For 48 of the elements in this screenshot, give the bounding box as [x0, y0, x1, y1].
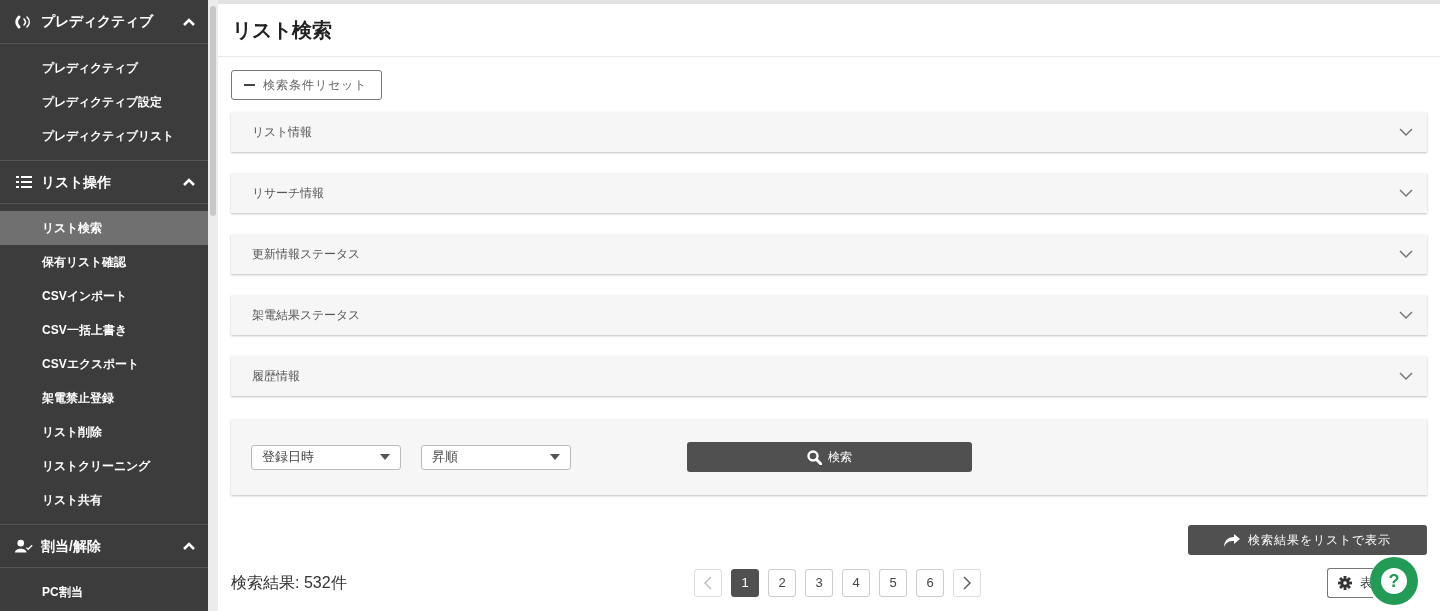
dropdown-caret-icon	[380, 454, 390, 460]
settings-icon	[1338, 576, 1352, 590]
accordion-header[interactable]: 更新情報ステータス	[231, 234, 1427, 274]
page-button[interactable]: 4	[842, 569, 870, 597]
user-check-icon	[15, 538, 33, 554]
sidebar-item[interactable]: 架電禁止登録	[0, 381, 208, 415]
sidebar-item[interactable]: リスト共有	[0, 483, 208, 517]
page-title: リスト検索	[232, 18, 332, 43]
help-button[interactable]: ?	[1370, 557, 1418, 605]
page-button[interactable]: 2	[768, 569, 796, 597]
minus-icon	[244, 84, 255, 86]
sidebar-item[interactable]: CSVインポート	[0, 279, 208, 313]
sidebar-group-header[interactable]: リスト操作	[0, 160, 208, 204]
sort-field-dropdown[interactable]: 登録日時	[251, 444, 401, 470]
sidebar-item[interactable]: CSV一括上書き	[0, 313, 208, 347]
sidebar-item[interactable]: プレディクティブ	[0, 51, 208, 85]
phone-signal-icon	[15, 13, 33, 30]
sidebar-item[interactable]: プレディクティブリスト	[0, 119, 208, 153]
previous-page-button[interactable]	[694, 569, 722, 597]
sidebar-item[interactable]: 保有リスト確認	[0, 245, 208, 279]
reset-button[interactable]: 検索条件リセット	[231, 70, 382, 100]
sidebar-item[interactable]: リスト検索	[0, 211, 208, 245]
accordion-header[interactable]: 履歴情報	[231, 356, 1427, 396]
page-button[interactable]: 1	[731, 569, 759, 597]
page-button[interactable]: 5	[879, 569, 907, 597]
sort-order-dropdown[interactable]: 昇順	[421, 444, 571, 470]
chevron-left-icon	[704, 576, 712, 590]
search-icon	[807, 449, 822, 465]
sidebar-item[interactable]: プレディクティブ設定	[0, 85, 208, 119]
sidebar-item[interactable]: PC割当	[0, 575, 208, 609]
list-icon	[16, 175, 32, 189]
sidebar-item[interactable]: リストクリーニング	[0, 449, 208, 483]
search-button[interactable]: 検索	[687, 442, 972, 472]
accordion-header[interactable]: リスト情報	[231, 112, 1427, 152]
share-arrow-icon	[1224, 533, 1240, 547]
scrollbar[interactable]	[208, 0, 218, 611]
show-list-button[interactable]: 検索結果をリストで表示	[1188, 525, 1427, 555]
chevron-right-icon	[963, 576, 971, 590]
dropdown-caret-icon	[550, 454, 560, 460]
sidebar-item[interactable]: CSVエクスポート	[0, 347, 208, 381]
accordion-header[interactable]: 架電結果ステータス	[231, 295, 1427, 335]
result-count: 検索結果: 532件	[231, 573, 348, 593]
sidebar-group-header[interactable]: 割当/解除	[0, 524, 208, 568]
sidebar-item[interactable]: リスト削除	[0, 415, 208, 449]
accordion-header[interactable]: リサーチ情報	[231, 173, 1427, 213]
next-page-button[interactable]	[953, 569, 981, 597]
page-button[interactable]: 3	[805, 569, 833, 597]
page-button[interactable]: 6	[916, 569, 944, 597]
